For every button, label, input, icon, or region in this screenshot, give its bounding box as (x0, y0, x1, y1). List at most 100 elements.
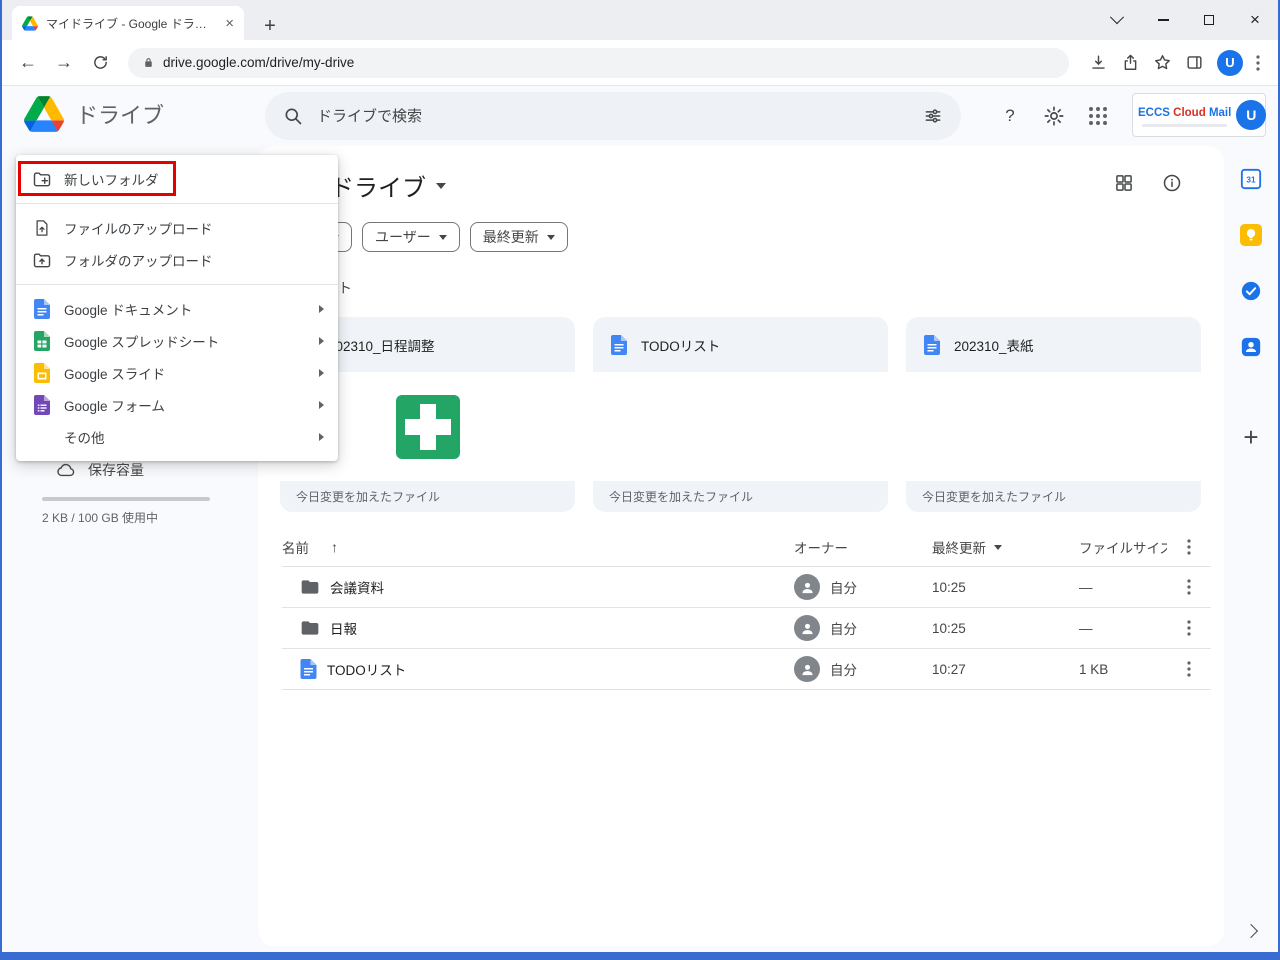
new-tab-button[interactable]: + (256, 12, 284, 40)
file-upload-icon (32, 218, 52, 238)
new-dropdown-menu: 新しいフォルダ ファイルのアップロード フォルダのアップロード Google ド… (16, 155, 338, 461)
download-icon[interactable] (1089, 53, 1108, 72)
browser-profile-avatar[interactable]: U (1217, 50, 1243, 76)
workspace-side-rail: 31 + (1224, 146, 1278, 952)
google-apps-grid-icon[interactable] (1085, 103, 1111, 129)
docs-file-icon (922, 335, 942, 355)
file-size: — (1079, 580, 1093, 595)
file-card-caption: 今日変更を加えたファイル (906, 481, 1201, 512)
drive-searchbar[interactable] (265, 92, 961, 140)
menu-item-folder-upload[interactable]: フォルダのアップロード (16, 244, 338, 276)
tab-title: マイドライブ - Google ドライブ (46, 15, 217, 32)
sort-ascending-icon[interactable]: ↑ (331, 539, 338, 555)
forward-button[interactable]: → (48, 47, 80, 79)
search-icon (283, 106, 303, 126)
docs-file-icon (609, 335, 629, 355)
storage-label: 保存容量 (88, 460, 144, 480)
account-badge[interactable]: ECCS Cloud Mail U (1132, 93, 1266, 137)
menu-item-new-folder[interactable]: 新しいフォルダ (16, 163, 338, 195)
browser-menu-kebab-icon[interactable] (1256, 55, 1260, 71)
docs-file-icon (300, 659, 317, 679)
info-icon[interactable] (1162, 173, 1182, 193)
file-name: 会議資料 (330, 577, 384, 597)
column-header-size[interactable]: ファイルサイズ (1079, 541, 1167, 556)
menu-item-google-forms[interactable]: Google フォーム (16, 389, 338, 421)
table-options-kebab-icon[interactable] (1187, 539, 1191, 555)
owner-name: 自分 (830, 618, 857, 638)
file-card[interactable]: TODOリスト 今日変更を加えたファイル (593, 317, 888, 512)
url-bar[interactable]: drive.google.com/drive/my-drive (128, 48, 1069, 78)
new-folder-icon (32, 169, 52, 189)
column-header-owner[interactable]: オーナー (794, 537, 848, 557)
menu-item-google-sheets[interactable]: Google スプレッドシート (16, 325, 338, 357)
help-icon[interactable]: ? (997, 103, 1023, 129)
modified-time: 10:25 (932, 580, 966, 595)
drive-app-name: ドライブ (76, 98, 164, 130)
drive-profile-avatar[interactable]: U (1236, 100, 1266, 130)
storage-usage-text: 2 KB / 100 GB 使用中 (42, 509, 158, 526)
tab-search-chevron-icon[interactable] (1094, 0, 1140, 40)
submenu-arrow-icon (319, 369, 324, 377)
submenu-arrow-icon (319, 433, 324, 441)
close-button[interactable]: × (1232, 0, 1278, 40)
share-icon[interactable] (1121, 53, 1140, 72)
column-header-name[interactable]: 名前 (282, 537, 309, 557)
collapse-panel-chevron-icon[interactable] (1244, 924, 1258, 938)
drive-logo-icon (24, 96, 64, 132)
search-options-tune-icon[interactable] (923, 106, 943, 126)
slides-icon (32, 363, 52, 383)
modified-time: 10:27 (932, 662, 966, 677)
row-options-kebab-icon[interactable] (1187, 620, 1191, 636)
chevron-down-icon (436, 183, 446, 189)
file-card-caption: 今日変更を加えたファイル (280, 481, 575, 512)
row-options-kebab-icon[interactable] (1187, 661, 1191, 677)
add-addon-plus-icon[interactable]: + (1243, 422, 1258, 453)
modified-time: 10:25 (932, 621, 966, 636)
sidebar-item-storage[interactable]: 保存容量 (56, 460, 144, 480)
search-input[interactable] (315, 107, 911, 126)
grid-view-toggle-icon[interactable] (1114, 173, 1134, 193)
row-options-kebab-icon[interactable] (1187, 579, 1191, 595)
file-card[interactable]: 202310_表紙 今日変更を加えたファイル (906, 317, 1201, 512)
file-size: — (1079, 621, 1093, 636)
back-button[interactable]: ← (12, 47, 44, 79)
browser-tab[interactable]: マイドライブ - Google ドライブ × (12, 6, 244, 40)
owner-avatar (794, 574, 820, 600)
file-size: 1 KB (1079, 662, 1108, 677)
menu-item-google-slides[interactable]: Google スライド (16, 357, 338, 389)
contacts-icon[interactable] (1240, 336, 1262, 358)
table-row[interactable]: 日報 自分 10:25 — (282, 608, 1211, 649)
maximize-button[interactable] (1186, 0, 1232, 40)
settings-gear-icon[interactable] (1041, 103, 1067, 129)
window-controls: × (1094, 0, 1278, 40)
filter-chip-people[interactable]: ユーザー (362, 222, 460, 252)
table-row[interactable]: 会議資料 自分 10:25 — (282, 567, 1211, 608)
menu-item-file-upload[interactable]: ファイルのアップロード (16, 212, 338, 244)
svg-text:31: 31 (1246, 176, 1256, 185)
column-header-modified[interactable]: 最終更新 (932, 537, 986, 557)
keep-icon[interactable] (1240, 224, 1262, 246)
side-panel-icon[interactable] (1185, 53, 1204, 72)
table-row[interactable]: TODOリスト 自分 10:27 1 KB (282, 649, 1211, 690)
owner-name: 自分 (830, 659, 857, 679)
file-name: TODOリスト (327, 659, 406, 679)
calendar-icon[interactable]: 31 (1240, 168, 1262, 190)
browser-window: マイドライブ - Google ドライブ × + × ← → drive.goo… (0, 0, 1280, 960)
window-border (0, 0, 2, 960)
browser-addressbar: ← → drive.google.com/drive/my-drive U (2, 40, 1278, 86)
file-name: 日報 (330, 618, 357, 638)
bookmark-star-icon[interactable] (1153, 53, 1172, 72)
menu-item-google-docs[interactable]: Google ドキュメント (16, 293, 338, 325)
filter-chip-modified[interactable]: 最終更新 (470, 222, 568, 252)
tasks-icon[interactable] (1240, 280, 1262, 302)
minimize-button[interactable] (1140, 0, 1186, 40)
menu-item-more[interactable]: その他 (16, 421, 338, 453)
reload-button[interactable] (84, 47, 116, 79)
file-card-thumbnail (906, 372, 1201, 481)
tab-close-icon[interactable]: × (225, 16, 234, 31)
folder-icon (300, 618, 320, 638)
drive-logo[interactable]: ドライブ (24, 96, 164, 132)
url-text: drive.google.com/drive/my-drive (163, 55, 354, 70)
view-controls (1114, 173, 1182, 193)
owner-name: 自分 (830, 577, 857, 597)
